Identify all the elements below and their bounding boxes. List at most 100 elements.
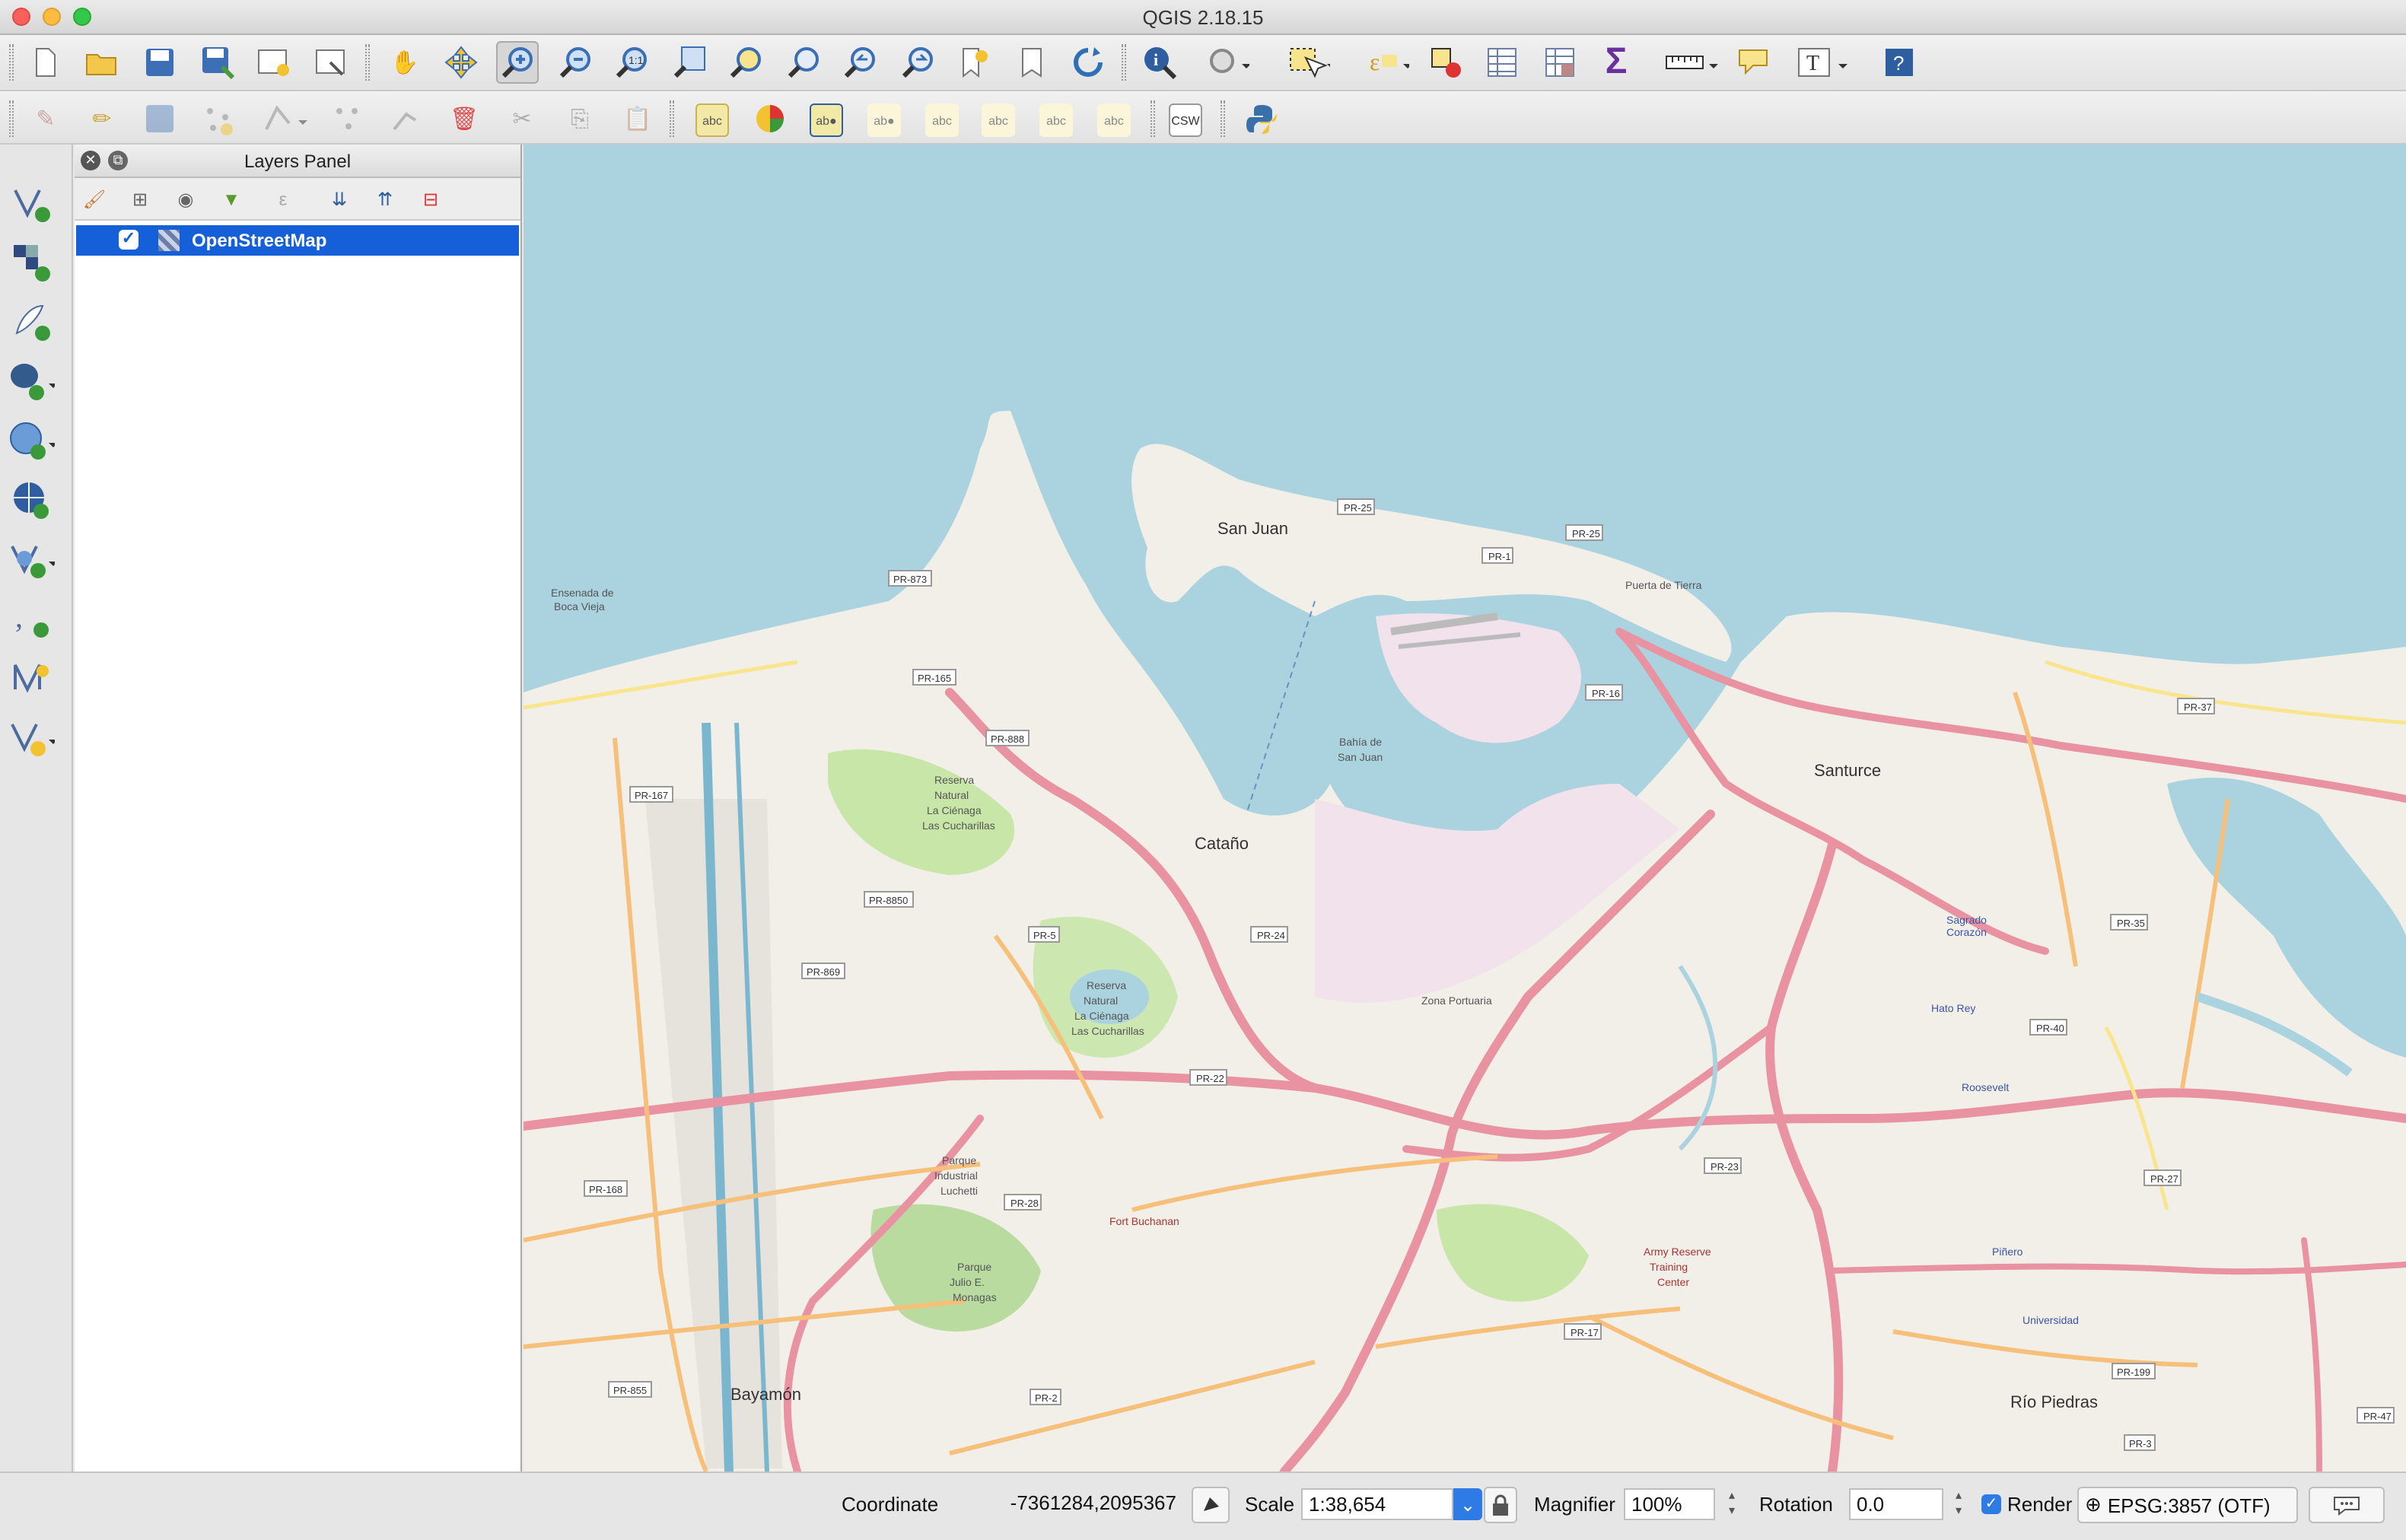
layer-visibility-checkbox[interactable]: ✓ xyxy=(119,230,138,250)
move-feature-icon[interactable] xyxy=(262,97,317,140)
zoom-last-icon[interactable] xyxy=(839,41,881,84)
text-annotation-icon[interactable]: T xyxy=(1796,41,1857,84)
copy-features-icon[interactable]: ⎘ xyxy=(559,97,601,140)
log-messages-icon[interactable] xyxy=(2309,1487,2385,1523)
new-print-composer-icon[interactable] xyxy=(253,41,295,84)
new-project-icon[interactable] xyxy=(24,41,67,84)
open-project-icon[interactable] xyxy=(81,41,123,84)
toolbar-grip[interactable] xyxy=(1221,100,1225,137)
move-label-icon[interactable]: abc xyxy=(982,103,1015,137)
identify-icon[interactable]: i xyxy=(1138,41,1181,84)
filter-by-expression-icon[interactable]: ε xyxy=(269,186,297,213)
toolbar-grip[interactable] xyxy=(365,44,370,81)
pin-labels-icon[interactable]: ab● xyxy=(810,103,843,137)
rotation-spinner[interactable]: ▴ ▾ xyxy=(1951,1488,1966,1520)
toolbar-grip[interactable] xyxy=(1150,100,1155,137)
svg-text:Army Reserve: Army Reserve xyxy=(1644,1246,1711,1258)
field-calculator-icon[interactable] xyxy=(1539,41,1581,84)
measure-icon[interactable] xyxy=(1663,41,1724,84)
python-console-icon[interactable] xyxy=(1240,97,1283,140)
filter-legend-icon[interactable]: ▼ xyxy=(218,186,245,213)
layer-item-openstreetmap[interactable]: ✓ OpenStreetMap xyxy=(76,225,519,256)
pan-map-icon[interactable]: ✋ xyxy=(383,41,426,84)
add-delimited-text-layer-icon[interactable]: , xyxy=(9,597,55,642)
zoom-to-selection-icon[interactable] xyxy=(724,41,767,84)
save-layer-edits-icon[interactable] xyxy=(138,97,181,140)
magnifier-field[interactable]: 100% xyxy=(1624,1488,1715,1520)
add-wcs-layer-icon[interactable] xyxy=(9,478,55,523)
paste-features-icon[interactable]: 📋 xyxy=(616,97,659,140)
new-shapefile-layer-icon[interactable] xyxy=(9,656,55,702)
select-features-icon[interactable] xyxy=(1287,41,1330,84)
rotation-field[interactable]: 0.0 xyxy=(1849,1488,1943,1520)
add-spatialite-layer-icon[interactable] xyxy=(9,300,55,345)
scale-label: Scale xyxy=(1245,1493,1295,1516)
show-hide-labels-icon[interactable]: abc xyxy=(925,103,959,137)
toolbar-grip[interactable] xyxy=(670,100,674,137)
remove-layer-icon[interactable]: ⊟ xyxy=(417,186,444,213)
delete-selected-icon[interactable] xyxy=(385,97,428,140)
toolbar-grip[interactable] xyxy=(9,100,14,137)
svg-text:Las Cucharillas: Las Cucharillas xyxy=(1071,1025,1144,1037)
svg-text:PR-37: PR-37 xyxy=(2184,702,2212,713)
map-tips-icon[interactable] xyxy=(1732,41,1774,84)
show-bookmarks-icon[interactable] xyxy=(1010,41,1053,84)
delete-features-icon[interactable]: 🗑 xyxy=(443,97,485,140)
cut-features-icon[interactable]: ✂ xyxy=(501,97,543,140)
zoom-in-icon[interactable] xyxy=(496,41,539,84)
diagram-icon[interactable] xyxy=(749,97,791,140)
render-checkbox[interactable]: ✓ xyxy=(1981,1494,2001,1514)
toggle-extents-button[interactable] xyxy=(1192,1487,1230,1523)
toolbar-grip[interactable] xyxy=(1122,44,1126,81)
composer-manager-icon[interactable] xyxy=(310,41,353,84)
refresh-icon[interactable] xyxy=(1067,41,1109,84)
new-bookmark-icon[interactable] xyxy=(953,41,995,84)
add-wfs-layer-icon[interactable] xyxy=(9,537,55,583)
current-edits-icon[interactable]: ✎ xyxy=(24,97,67,140)
pan-to-selection-icon[interactable] xyxy=(440,41,482,84)
select-by-expression-icon[interactable]: ε xyxy=(1367,41,1409,84)
zoom-out-icon[interactable] xyxy=(554,41,597,84)
zoom-next-icon[interactable] xyxy=(896,41,939,84)
help-icon[interactable]: ? xyxy=(1878,41,1921,84)
csw-icon[interactable]: CSW xyxy=(1169,103,1202,137)
magnifier-spinner[interactable]: ▴ ▾ xyxy=(1724,1488,1739,1520)
add-vector-layer-icon[interactable] xyxy=(9,181,55,227)
manage-visibility-icon[interactable]: ◉ xyxy=(172,186,199,213)
expand-all-icon[interactable]: ⇊ xyxy=(326,186,353,213)
collapse-all-icon[interactable]: ⇈ xyxy=(371,186,399,213)
add-raster-layer-icon[interactable] xyxy=(9,240,55,286)
toolbar-grip[interactable] xyxy=(9,44,14,81)
main-toolbar: ✋ 1:1 i ε Σ T ? xyxy=(0,35,2406,91)
attribute-table-icon[interactable] xyxy=(1481,41,1523,84)
new-gpx-layer-icon[interactable] xyxy=(9,715,55,761)
save-project-icon[interactable] xyxy=(138,41,181,84)
add-wms-layer-icon[interactable] xyxy=(9,418,55,464)
highlight-pinned-icon[interactable]: ab● xyxy=(867,103,901,137)
statistical-summary-icon[interactable]: Σ xyxy=(1595,41,1637,84)
svg-text:PR-47: PR-47 xyxy=(2363,1411,2392,1422)
add-feature-icon[interactable] xyxy=(196,97,239,140)
zoom-full-icon[interactable] xyxy=(668,41,711,84)
deselect-all-icon[interactable] xyxy=(1424,41,1467,84)
add-postgis-layer-icon[interactable] xyxy=(9,359,55,405)
coordinate-field[interactable]: -7361284,2095367 xyxy=(947,1488,1182,1520)
map-tiles[interactable]: San Juan Cataño Santurce Bayamón Río Pie… xyxy=(524,145,2406,1472)
zoom-actual-size-icon[interactable]: 1:1 xyxy=(610,41,653,84)
scale-dropdown-arrow[interactable]: ⌄ xyxy=(1453,1488,1482,1520)
toggle-editing-icon[interactable]: ✏ xyxy=(81,97,123,140)
label-icon[interactable]: abc xyxy=(695,103,729,137)
save-as-icon[interactable] xyxy=(196,41,239,84)
rotate-label-icon[interactable]: abc xyxy=(1039,103,1073,137)
node-tool-icon[interactable] xyxy=(327,97,370,140)
zoom-to-layer-icon[interactable] xyxy=(782,41,825,84)
change-label-icon[interactable]: abc xyxy=(1097,103,1131,137)
scale-combobox[interactable]: 1:38,654 xyxy=(1301,1488,1453,1520)
open-layer-styling-icon[interactable]: 🖌 xyxy=(81,186,108,213)
lock-scale-icon[interactable] xyxy=(1484,1487,1517,1523)
run-action-icon[interactable] xyxy=(1207,41,1249,84)
map-canvas[interactable]: San Juan Cataño Santurce Bayamón Río Pie… xyxy=(524,145,2406,1472)
crs-button[interactable]: ⊕ EPSG:3857 (OTF) xyxy=(2077,1487,2298,1523)
add-group-icon[interactable]: ⊞ xyxy=(126,186,154,213)
svg-text:Bahía de: Bahía de xyxy=(1339,736,1382,748)
